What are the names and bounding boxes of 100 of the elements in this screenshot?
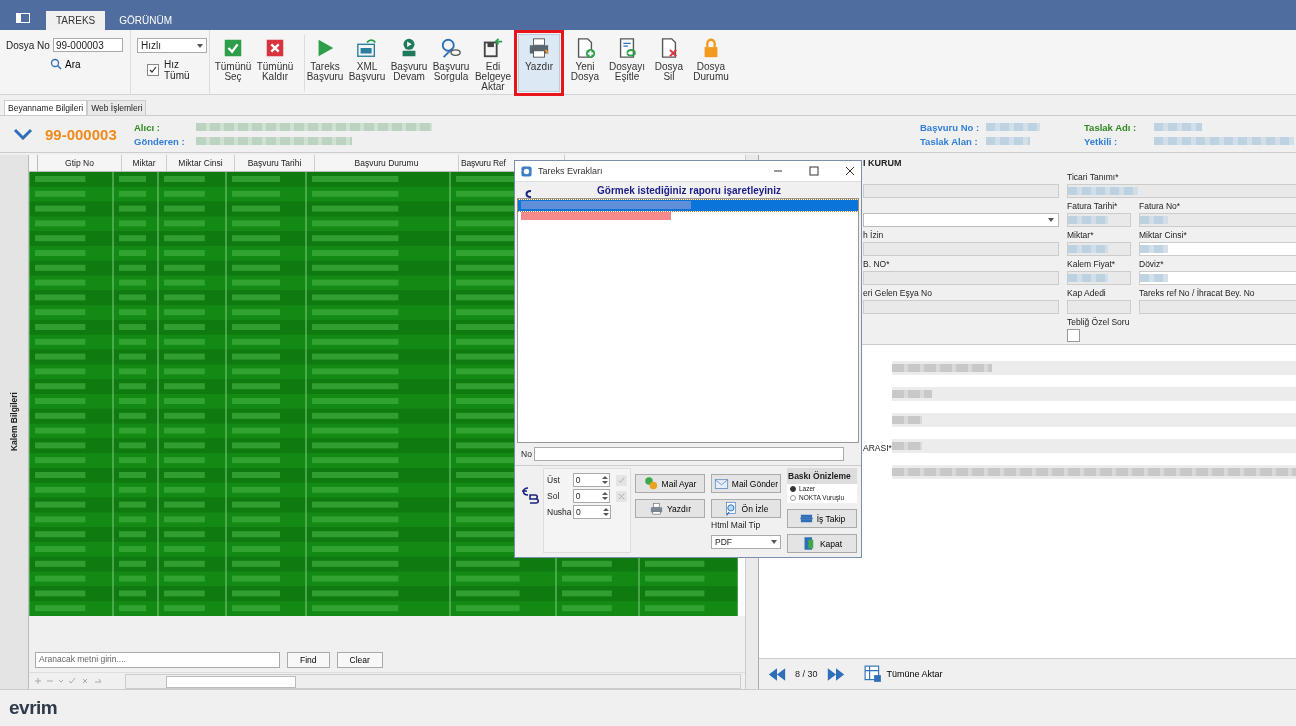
dialog-button[interactable]: Kapat xyxy=(787,534,857,553)
field-label: Taslak Alan : xyxy=(920,135,979,147)
transfer-all-button[interactable]: Tümüne Aktar xyxy=(863,665,943,683)
check-icon[interactable] xyxy=(616,474,627,486)
search-field[interactable]: Aranacak metni girin.... xyxy=(35,652,280,668)
page-tab[interactable]: Web İşlemleri xyxy=(87,100,147,115)
report-item[interactable] xyxy=(518,199,858,211)
field-label: Alıcı : xyxy=(134,121,161,133)
dialog-button[interactable]: Mail Ayar xyxy=(635,474,705,493)
search-button[interactable]: Ara xyxy=(50,58,81,70)
field-label: Döviz* xyxy=(1139,259,1165,269)
dialog-button[interactable]: İş Takip xyxy=(787,509,857,528)
toolbar-button[interactable]: Dosya Sil xyxy=(648,34,690,92)
mail-type-label: Html Mail Tip xyxy=(711,521,762,529)
magnifier-page-icon xyxy=(723,501,739,516)
table-icon xyxy=(863,665,882,683)
input-field[interactable] xyxy=(1139,242,1296,256)
list-heading: Görmek istediğiniz raporu işaretleyiniz xyxy=(596,184,782,196)
input-field[interactable] xyxy=(1067,184,1296,198)
blurred-value xyxy=(1140,245,1168,253)
cross-icon[interactable] xyxy=(616,490,627,502)
field-label: h İzin xyxy=(863,230,885,240)
mail-type-dropdown[interactable]: PDF xyxy=(711,535,781,549)
field-label: Miktar Cinsi* xyxy=(1139,230,1188,240)
dialog-button[interactable]: Ön İzle xyxy=(711,499,781,518)
search-row-button[interactable]: Find xyxy=(287,652,330,668)
close-icon[interactable] xyxy=(845,166,855,177)
input-field[interactable] xyxy=(533,447,844,461)
eb-logo-icon xyxy=(519,486,539,504)
mode-dropdown[interactable]: Hızlı xyxy=(137,38,207,53)
field-label: Başvuru No : xyxy=(920,121,981,133)
number-spinner[interactable]: 0 xyxy=(572,489,611,503)
column-header[interactable]: Gtip No xyxy=(38,155,122,171)
column-header[interactable]: Miktar xyxy=(122,155,167,171)
radio-button[interactable] xyxy=(790,495,796,501)
xml-file-icon xyxy=(356,37,378,59)
previous-icon[interactable] xyxy=(767,666,787,682)
blurred-value xyxy=(1068,187,1138,195)
spinner-label: Sol xyxy=(547,491,561,501)
checkbox[interactable] xyxy=(147,64,159,76)
toolbar-button[interactable]: Tareks Başvuru xyxy=(304,34,346,92)
input-field[interactable] xyxy=(1139,300,1296,314)
column-header[interactable]: Başvuru Tarihi xyxy=(235,155,315,171)
radio-button[interactable] xyxy=(790,486,796,492)
ribbon-tab[interactable]: TAREKS xyxy=(46,11,106,30)
input-field[interactable] xyxy=(1067,242,1131,256)
input-field[interactable] xyxy=(1139,213,1296,227)
field-label: Fatura Tarihi* xyxy=(1067,201,1119,211)
file-no-field[interactable]: 99-000003 xyxy=(52,38,123,52)
input-field[interactable] xyxy=(1067,300,1131,314)
search-row-button[interactable]: Clear xyxy=(336,652,383,668)
toolbar-button[interactable]: Tümünü Seç xyxy=(212,34,254,92)
field-label: Miktar* xyxy=(1067,230,1095,240)
input-field[interactable] xyxy=(863,271,1059,285)
horizontal-scrollbar[interactable] xyxy=(125,673,741,689)
number-spinner[interactable]: 0 xyxy=(573,505,611,519)
input-field[interactable] xyxy=(1067,213,1131,227)
number-spinner[interactable]: 0 xyxy=(572,473,611,487)
dialog-button[interactable]: Yazdır xyxy=(635,499,705,518)
toolbar-button[interactable]: XML Başvuru xyxy=(346,34,388,92)
chevron-icon[interactable] xyxy=(13,128,33,140)
magnifier-eye-icon xyxy=(440,37,462,59)
field-label: eri Gelen Eşya No xyxy=(863,288,933,298)
toolbar-button[interactable]: Yeni Dosya xyxy=(564,34,606,92)
maximize-icon[interactable] xyxy=(809,166,819,177)
next-icon[interactable] xyxy=(825,666,846,682)
toolbar-button[interactable]: Dosya Durumu xyxy=(690,34,732,92)
field-label: Kalem Fiyat* xyxy=(1067,259,1117,269)
caret-icon xyxy=(197,43,203,48)
toolbar-button[interactable]: Edi Belgeye Aktar xyxy=(472,34,514,92)
toolbar-button[interactable]: Başvuru Devam xyxy=(388,34,430,92)
no-label: No xyxy=(521,449,532,459)
preview-title: Baskı Önizleme xyxy=(787,468,857,484)
dropdown-field[interactable] xyxy=(863,213,1059,227)
input-field[interactable] xyxy=(863,242,1059,256)
checkbox[interactable] xyxy=(1067,329,1080,342)
side-tab[interactable]: Kalem Bilgileri xyxy=(9,392,19,452)
toolbar-button[interactable]: Dosyayı Eşitle xyxy=(606,34,648,92)
panel-icon[interactable] xyxy=(16,13,30,23)
column-header[interactable]: Miktar Cinsi xyxy=(167,155,235,171)
field-label: Tareks ref No / İhracat Bey. No xyxy=(1139,288,1256,298)
gear-coins-icon xyxy=(643,476,659,491)
field-label: B. NO* xyxy=(863,259,891,269)
input-field[interactable] xyxy=(1139,271,1296,285)
file-import-icon xyxy=(482,37,504,59)
column-header[interactable]: Başvuru Durumu xyxy=(315,155,459,171)
input-field[interactable] xyxy=(863,300,1059,314)
dialog-button[interactable]: Mail Gönder xyxy=(711,474,781,493)
spinner-label: Üst xyxy=(547,475,561,485)
ribbon-tab[interactable]: GÖRÜNÜM xyxy=(109,11,183,30)
toolbar-button[interactable]: Başvuru Sorgula xyxy=(430,34,472,92)
file-number: 99-000003 xyxy=(45,125,118,143)
blurred-value xyxy=(1068,274,1108,282)
input-field[interactable] xyxy=(863,184,1059,198)
blurred-value xyxy=(1068,216,1108,224)
input-field[interactable] xyxy=(1067,271,1131,285)
page-tab[interactable]: Beyanname Bilgileri xyxy=(4,100,88,115)
app-icon xyxy=(521,165,532,177)
field-label: ARASI* xyxy=(862,443,892,453)
toolbar-button[interactable]: Tümünü Kaldır xyxy=(254,34,296,92)
